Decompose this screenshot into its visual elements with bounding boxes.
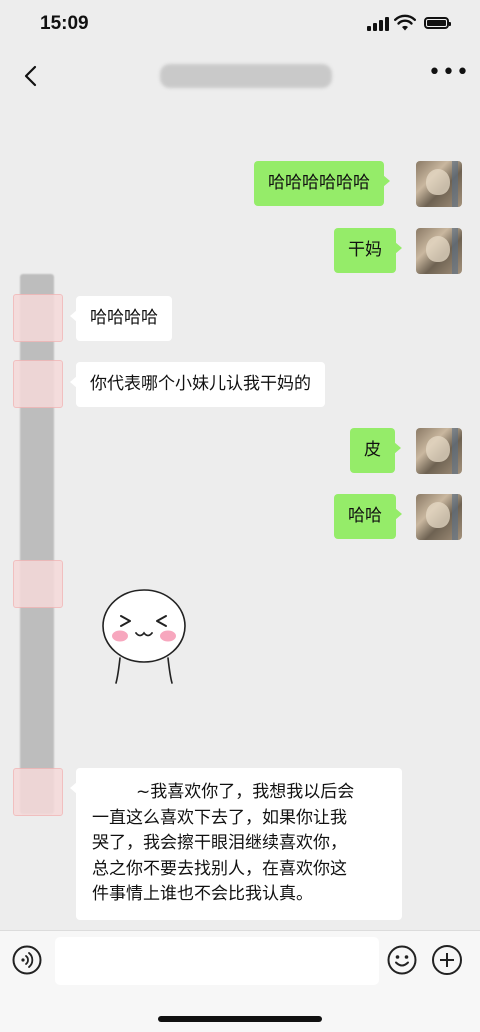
message-bubble-received[interactable]: 哈哈哈哈 [70, 296, 172, 341]
message-text: 你代表哪个小妹儿认我干妈的 [90, 374, 311, 394]
message-bubble-sent[interactable]: 哈哈 [334, 494, 402, 539]
emoji-icon[interactable] [387, 945, 417, 975]
message-line: 哭了，我会擦干眼泪继续喜欢你， [92, 833, 347, 853]
avatar[interactable] [13, 560, 63, 608]
avatar[interactable] [13, 360, 63, 408]
signal-icon [367, 17, 389, 31]
message-text: 哈哈哈哈哈哈 [268, 173, 370, 193]
chevron-left-icon[interactable] [20, 64, 42, 88]
message-text: 哈哈 [348, 506, 382, 526]
message-text: 哈哈哈哈 [90, 308, 158, 328]
status-time: 15:09 [40, 13, 89, 34]
message-bubble-received[interactable]: 你代表哪个小妹儿认我干妈的 [70, 362, 325, 407]
message-bubble-sent[interactable]: 哈哈哈哈哈哈 [254, 161, 390, 206]
message-line: 总之你不要去找别人，在喜欢你这 [92, 858, 347, 879]
message-bubble-received[interactable]: ~我喜欢你了，我想我以后会 一直这么喜欢下去了，如果你让我 哭了，我会擦干眼泪继… [70, 768, 402, 920]
message-line: 一直这么喜欢下去了，如果你让我 [92, 807, 347, 828]
redacted-avatar-strip [20, 274, 54, 814]
voice-icon[interactable] [12, 945, 42, 975]
message-bubble-sent[interactable]: 皮 [350, 428, 401, 473]
chat-title [160, 64, 332, 88]
battery-icon [424, 17, 451, 29]
chat-area[interactable]: 哈哈哈哈哈哈 干妈 哈哈哈哈 你代表哪个小妹儿认我干妈的 皮 哈哈 ~我喜欢你了… [0, 102, 480, 930]
message-line: 件事情上谁也不会比我认真。 [92, 884, 313, 904]
message-bubble-sent[interactable]: 干妈 [334, 228, 402, 273]
message-input[interactable] [55, 937, 379, 985]
message-text: 干妈 [348, 240, 382, 260]
nav-bar: ••• [0, 50, 480, 102]
avatar[interactable] [416, 161, 462, 207]
input-bar [0, 930, 480, 1032]
blushing-face-sticker[interactable] [98, 580, 190, 684]
message-line: ~我喜欢你了，我想我以后会 [136, 782, 355, 802]
avatar[interactable] [416, 494, 462, 540]
plus-icon[interactable] [432, 945, 462, 975]
status-bar: 15:09 [0, 0, 480, 50]
avatar[interactable] [416, 428, 462, 474]
avatar[interactable] [13, 768, 63, 816]
avatar[interactable] [13, 294, 63, 342]
message-text: 皮 [364, 440, 381, 460]
wifi-icon [394, 14, 416, 31]
avatar[interactable] [416, 228, 462, 274]
more-dots-icon[interactable]: ••• [428, 62, 469, 88]
home-indicator [158, 1016, 322, 1022]
